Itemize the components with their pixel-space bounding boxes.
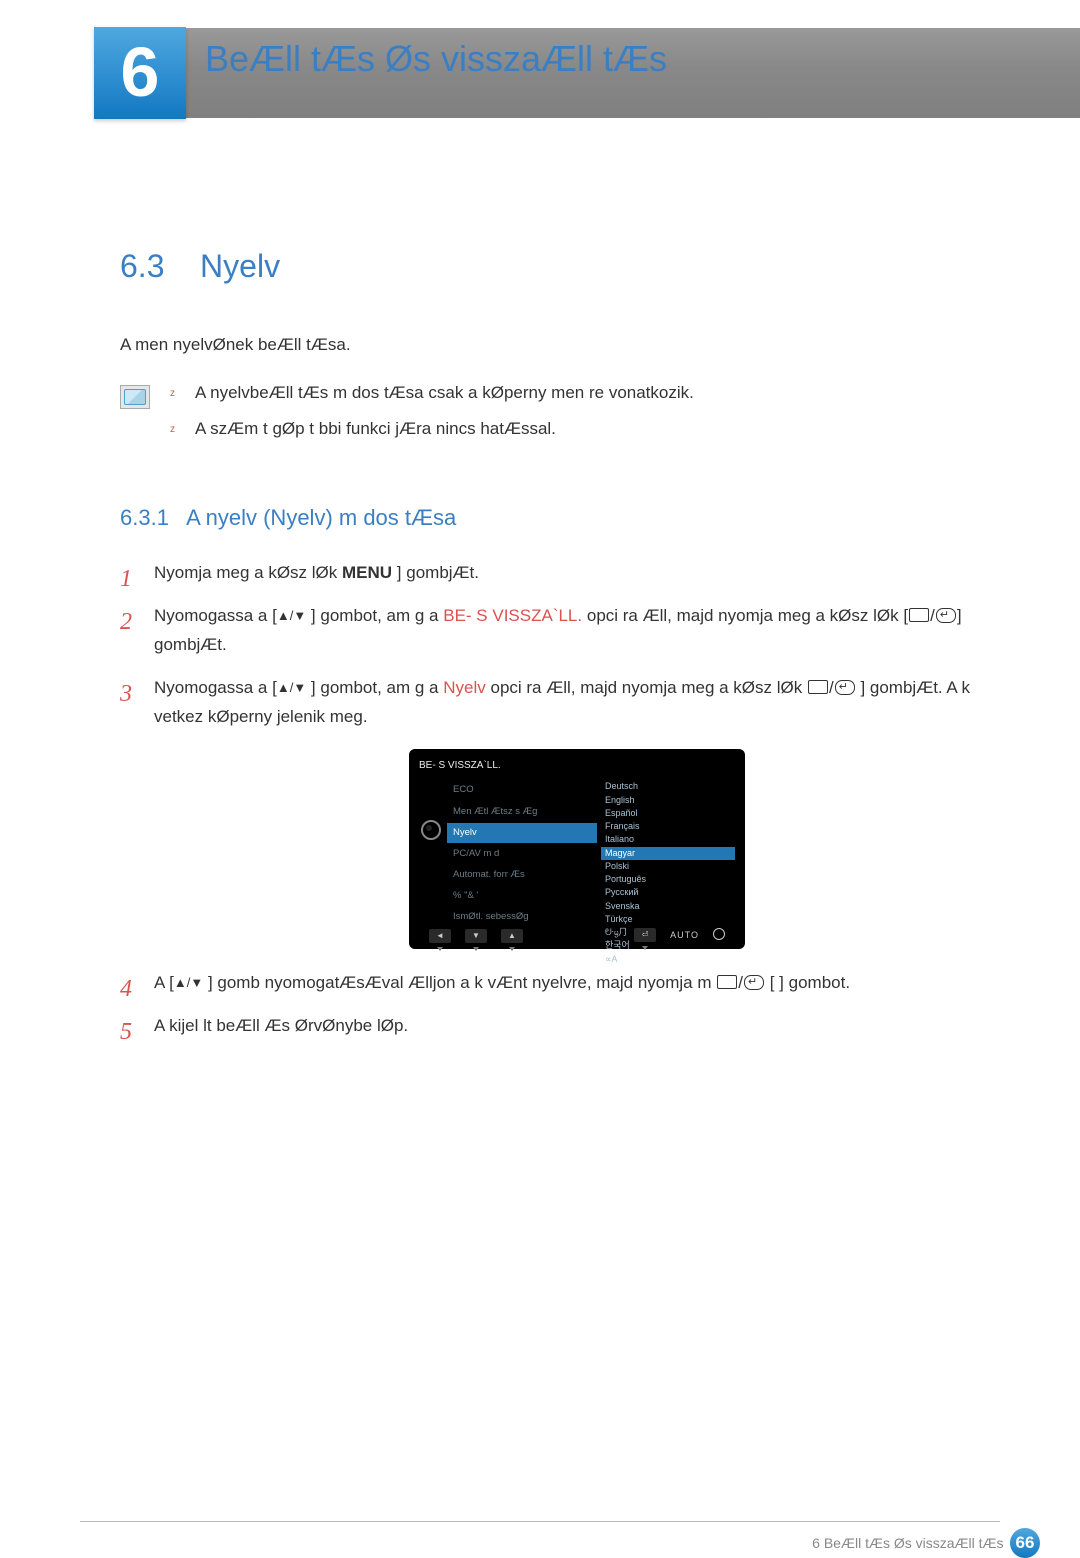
rect-icon [909,608,929,622]
menu-label: MENU [342,563,392,582]
note-item: A szÆm t gØp t bbi funkci jÆra nincs hat… [170,419,694,439]
step-text: Nyomogassa a [ [154,606,277,625]
osd-auto-label: AUTO [670,928,699,943]
subsection-title: A nyelv (Nyelv) m dos tÆsa [186,505,456,530]
step-text: ] gombjÆt. [397,563,479,582]
step-text: opci ra Æll, majd nyomja meg a kØsz lØk [490,678,802,697]
highlight-text: Nyelv [443,678,486,697]
step-2: Nyomogassa a [▲/▼ ] gombot, am g a BE- S… [120,602,1000,660]
osd-item: Men Ætl Ætsz s Æg [447,802,597,822]
rect-icon [717,975,737,989]
footer-text: 6 BeÆll tÆs Øs visszaÆll tÆs [812,1535,1003,1551]
osd-lang: Português [601,873,735,886]
osd-lang: English [601,794,735,807]
step-3: Nyomogassa a [▲/▼ ] gombot, am g a Nyelv… [120,674,1000,950]
up-down-icon: ▲/▼ [277,680,306,695]
osd-item-selected: Nyelv [447,823,597,843]
subsection-number: 6.3.1 [120,505,169,530]
osd-item: % "& ' [447,886,597,906]
power-icon [713,928,725,940]
up-down-icon: ▲/▼ [277,608,306,623]
osd-lang: Français [601,820,735,833]
step-1: Nyomja meg a kØsz lØk MENU ] gombjÆt. [120,559,1000,588]
enter-icon [936,608,956,623]
step-4: A [▲/▼ ] gomb nyomogatÆsÆval Ælljon a k … [120,969,1000,998]
osd-item: ECO [447,780,597,800]
osd-lang: Polski [601,860,735,873]
osd-lang: Türkçe [601,913,735,926]
step-text: A kijel lt beÆll Æs ØrvØnybe lØp. [154,1016,408,1035]
osd-btn-down: ▼ [465,929,487,943]
step-text: [ ] gombot. [770,973,850,992]
osd-item: IsmØtl. sebessØg [447,907,597,927]
osd-lang-selected: Magyar [601,847,735,860]
page-footer: 6 BeÆll tÆs Øs visszaÆll tÆs 66 [0,1521,1080,1555]
osd-buttons-row: ◄ ▼ ▲ ⏎ AUTO [409,928,745,943]
enter-icon [744,975,764,990]
step-text: ] gombot, am g a [306,606,438,625]
note-icon [120,385,150,409]
osd-menu: BE- S VISSZA`LL. ECO Men Ætl Ætsz s Æg N… [409,749,745,949]
chapter-number-box: 6 [94,27,186,119]
osd-lang: Español [601,807,735,820]
page-number-badge: 66 [1010,1528,1040,1558]
section-number: 6.3 [120,248,164,284]
step-text: opci ra Æll, majd nyomja meg a kØsz lØk … [587,606,908,625]
osd-item: PC/AV m d [447,844,597,864]
step-text: Nyomja meg a kØsz lØk [154,563,337,582]
osd-btn-back: ◄ [429,929,451,943]
section-heading: 6.3 Nyelv [120,248,1000,285]
osd-lang: ∝A [601,953,735,966]
step-text: A [ [154,973,174,992]
content-area: 6.3 Nyelv A men nyelvØnek beÆll tÆsa. A … [120,248,1000,1041]
up-down-icon: ▲/▼ [174,975,203,990]
osd-lang: Italiano [601,833,735,846]
step-text: ] gomb nyomogatÆsÆval Ælljon a k vÆnt ny… [203,973,711,992]
step-text: ] gombot, am g a [306,678,438,697]
steps-list: Nyomja meg a kØsz lØk MENU ] gombjÆt. Ny… [120,559,1000,1041]
osd-lang: Deutsch [601,780,735,793]
osd-item: Automat. forr Æs [447,865,597,885]
gear-icon [421,820,441,840]
rect-icon [808,680,828,694]
osd-title: BE- S VISSZA`LL. [419,757,735,774]
highlight-text: BE- S VISSZA`LL. [443,606,582,625]
subsection-heading: 6.3.1 A nyelv (Nyelv) m dos tÆsa [120,505,1000,531]
osd-lang: Svenska [601,900,735,913]
note-list: A nyelvbeÆll tÆs m dos tÆsa csak a kØper… [170,383,694,455]
osd-lang: Русский [601,886,735,899]
note-item: A nyelvbeÆll tÆs m dos tÆsa csak a kØper… [170,383,694,403]
step-5: A kijel lt beÆll Æs ØrvØnybe lØp. [120,1012,1000,1041]
osd-btn-enter: ⏎ [634,928,656,942]
note-block: A nyelvbeÆll tÆs m dos tÆsa csak a kØper… [120,383,1000,455]
chapter-title: BeÆll tÆs Øs visszaÆll tÆs [205,38,667,80]
section-intro: A men nyelvØnek beÆll tÆsa. [120,335,1000,355]
enter-icon [835,680,855,695]
step-text: Nyomogassa a [ [154,678,277,697]
chapter-header: 6 BeÆll tÆs Øs visszaÆll tÆs [95,28,1080,118]
section-title: Nyelv [200,248,280,284]
osd-btn-up: ▲ [501,929,523,943]
